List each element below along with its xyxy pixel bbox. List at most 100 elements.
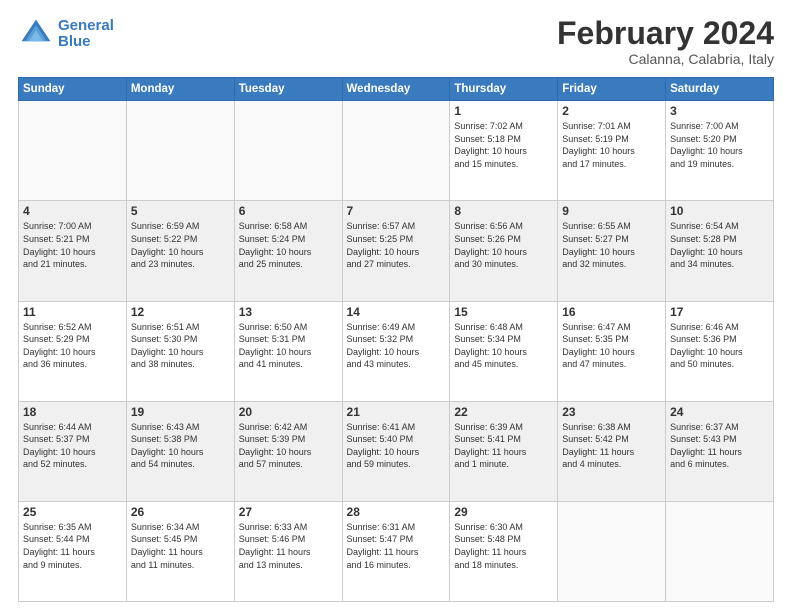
day-number: 29: [454, 505, 553, 519]
logo: General Blue: [18, 16, 114, 52]
calendar-week-row: 4 Sunrise: 7:00 AM Sunset: 5:21 PM Daylig…: [19, 201, 774, 301]
day-info: Sunrise: 6:41 AM Sunset: 5:40 PM Dayligh…: [347, 421, 446, 471]
day-info: Sunrise: 6:30 AM Sunset: 5:48 PM Dayligh…: [454, 521, 553, 571]
page: General Blue February 2024 Calanna, Cala…: [0, 0, 792, 612]
table-row: 21 Sunrise: 6:41 AM Sunset: 5:40 PM Dayli…: [342, 401, 450, 501]
day-number: 24: [670, 405, 769, 419]
calendar-table: Sunday Monday Tuesday Wednesday Thursday…: [18, 77, 774, 602]
header-row: Sunday Monday Tuesday Wednesday Thursday…: [19, 78, 774, 101]
col-monday: Monday: [126, 78, 234, 101]
day-number: 14: [347, 305, 446, 319]
table-row: [126, 101, 234, 201]
table-row: 15 Sunrise: 6:48 AM Sunset: 5:34 PM Dayli…: [450, 301, 558, 401]
calendar-week-row: 25 Sunrise: 6:35 AM Sunset: 5:44 PM Dayli…: [19, 501, 774, 601]
table-row: [666, 501, 774, 601]
table-row: 6 Sunrise: 6:58 AM Sunset: 5:24 PM Daylig…: [234, 201, 342, 301]
day-number: 23: [562, 405, 661, 419]
day-number: 17: [670, 305, 769, 319]
day-number: 8: [454, 204, 553, 218]
table-row: 24 Sunrise: 6:37 AM Sunset: 5:43 PM Dayli…: [666, 401, 774, 501]
table-row: 27Sunrise: 6:33 AM Sunset: 5:46 PM Dayli…: [234, 501, 342, 601]
day-number: 6: [239, 204, 338, 218]
table-row: 18Sunrise: 6:44 AM Sunset: 5:37 PM Dayli…: [19, 401, 127, 501]
day-number: 20: [239, 405, 338, 419]
table-row: 13 Sunrise: 6:50 AM Sunset: 5:31 PM Dayli…: [234, 301, 342, 401]
table-row: 9 Sunrise: 6:55 AM Sunset: 5:27 PM Daylig…: [558, 201, 666, 301]
calendar-week-row: 1 Sunrise: 7:02 AM Sunset: 5:18 PM Daylig…: [19, 101, 774, 201]
day-number: 10: [670, 204, 769, 218]
header: General Blue February 2024 Calanna, Cala…: [18, 16, 774, 67]
day-info: Sunrise: 6:57 AM Sunset: 5:25 PM Dayligh…: [347, 220, 446, 270]
day-info: Sunrise: 6:35 AM Sunset: 5:44 PM Dayligh…: [23, 521, 122, 571]
day-number: 13: [239, 305, 338, 319]
table-row: 3 Sunrise: 7:00 AM Sunset: 5:20 PM Daylig…: [666, 101, 774, 201]
day-number: 7: [347, 204, 446, 218]
day-number: 21: [347, 405, 446, 419]
table-row: 2 Sunrise: 7:01 AM Sunset: 5:19 PM Daylig…: [558, 101, 666, 201]
day-info: Sunrise: 6:58 AM Sunset: 5:24 PM Dayligh…: [239, 220, 338, 270]
day-number: 2: [562, 104, 661, 118]
day-number: 9: [562, 204, 661, 218]
table-row: [342, 101, 450, 201]
day-info: Sunrise: 6:37 AM Sunset: 5:43 PM Dayligh…: [670, 421, 769, 471]
day-number: 28: [347, 505, 446, 519]
day-number: 3: [670, 104, 769, 118]
col-wednesday: Wednesday: [342, 78, 450, 101]
day-info: Sunrise: 6:46 AM Sunset: 5:36 PM Dayligh…: [670, 321, 769, 371]
day-number: 12: [131, 305, 230, 319]
day-number: 19: [131, 405, 230, 419]
day-info: Sunrise: 6:44 AM Sunset: 5:37 PM Dayligh…: [23, 421, 122, 471]
table-row: 16 Sunrise: 6:47 AM Sunset: 5:35 PM Dayli…: [558, 301, 666, 401]
day-info: Sunrise: 7:02 AM Sunset: 5:18 PM Dayligh…: [454, 120, 553, 170]
table-row: 23 Sunrise: 6:38 AM Sunset: 5:42 PM Dayli…: [558, 401, 666, 501]
table-row: 19 Sunrise: 6:43 AM Sunset: 5:38 PM Dayli…: [126, 401, 234, 501]
main-title: February 2024: [557, 16, 774, 51]
table-row: 22Sunrise: 6:39 AM Sunset: 5:41 PM Dayli…: [450, 401, 558, 501]
logo-text: General Blue: [58, 18, 114, 51]
day-info: Sunrise: 6:50 AM Sunset: 5:31 PM Dayligh…: [239, 321, 338, 371]
table-row: [234, 101, 342, 201]
day-info: Sunrise: 7:00 AM Sunset: 5:20 PM Dayligh…: [670, 120, 769, 170]
table-row: 25 Sunrise: 6:35 AM Sunset: 5:44 PM Dayli…: [19, 501, 127, 601]
calendar-week-row: 18Sunrise: 6:44 AM Sunset: 5:37 PM Dayli…: [19, 401, 774, 501]
day-number: 1: [454, 104, 553, 118]
table-row: 29 Sunrise: 6:30 AM Sunset: 5:48 PM Dayli…: [450, 501, 558, 601]
table-row: [19, 101, 127, 201]
day-info: Sunrise: 6:56 AM Sunset: 5:26 PM Dayligh…: [454, 220, 553, 270]
title-block: February 2024 Calanna, Calabria, Italy: [557, 16, 774, 67]
col-sunday: Sunday: [19, 78, 127, 101]
day-info: Sunrise: 7:01 AM Sunset: 5:19 PM Dayligh…: [562, 120, 661, 170]
day-number: 15: [454, 305, 553, 319]
day-info: Sunrise: 6:59 AM Sunset: 5:22 PM Dayligh…: [131, 220, 230, 270]
calendar-week-row: 11Sunrise: 6:52 AM Sunset: 5:29 PM Dayli…: [19, 301, 774, 401]
day-number: 27: [239, 505, 338, 519]
day-info: Sunrise: 6:54 AM Sunset: 5:28 PM Dayligh…: [670, 220, 769, 270]
table-row: 4 Sunrise: 7:00 AM Sunset: 5:21 PM Daylig…: [19, 201, 127, 301]
col-saturday: Saturday: [666, 78, 774, 101]
day-info: Sunrise: 6:38 AM Sunset: 5:42 PM Dayligh…: [562, 421, 661, 471]
col-friday: Friday: [558, 78, 666, 101]
table-row: 20Sunrise: 6:42 AM Sunset: 5:39 PM Dayli…: [234, 401, 342, 501]
day-info: Sunrise: 6:47 AM Sunset: 5:35 PM Dayligh…: [562, 321, 661, 371]
day-number: 25: [23, 505, 122, 519]
day-info: Sunrise: 6:55 AM Sunset: 5:27 PM Dayligh…: [562, 220, 661, 270]
logo-icon: [18, 16, 54, 52]
table-row: 5 Sunrise: 6:59 AM Sunset: 5:22 PM Daylig…: [126, 201, 234, 301]
day-info: Sunrise: 6:48 AM Sunset: 5:34 PM Dayligh…: [454, 321, 553, 371]
table-row: 10 Sunrise: 6:54 AM Sunset: 5:28 PM Dayli…: [666, 201, 774, 301]
table-row: 1 Sunrise: 7:02 AM Sunset: 5:18 PM Daylig…: [450, 101, 558, 201]
col-tuesday: Tuesday: [234, 78, 342, 101]
day-number: 4: [23, 204, 122, 218]
day-number: 5: [131, 204, 230, 218]
day-info: Sunrise: 7:00 AM Sunset: 5:21 PM Dayligh…: [23, 220, 122, 270]
table-row: 28Sunrise: 6:31 AM Sunset: 5:47 PM Dayli…: [342, 501, 450, 601]
table-row: 8 Sunrise: 6:56 AM Sunset: 5:26 PM Daylig…: [450, 201, 558, 301]
day-info: Sunrise: 6:43 AM Sunset: 5:38 PM Dayligh…: [131, 421, 230, 471]
day-info: Sunrise: 6:39 AM Sunset: 5:41 PM Dayligh…: [454, 421, 553, 471]
day-number: 16: [562, 305, 661, 319]
table-row: 12 Sunrise: 6:51 AM Sunset: 5:30 PM Dayli…: [126, 301, 234, 401]
day-info: Sunrise: 6:49 AM Sunset: 5:32 PM Dayligh…: [347, 321, 446, 371]
table-row: [558, 501, 666, 601]
day-info: Sunrise: 6:51 AM Sunset: 5:30 PM Dayligh…: [131, 321, 230, 371]
subtitle: Calanna, Calabria, Italy: [557, 51, 774, 67]
